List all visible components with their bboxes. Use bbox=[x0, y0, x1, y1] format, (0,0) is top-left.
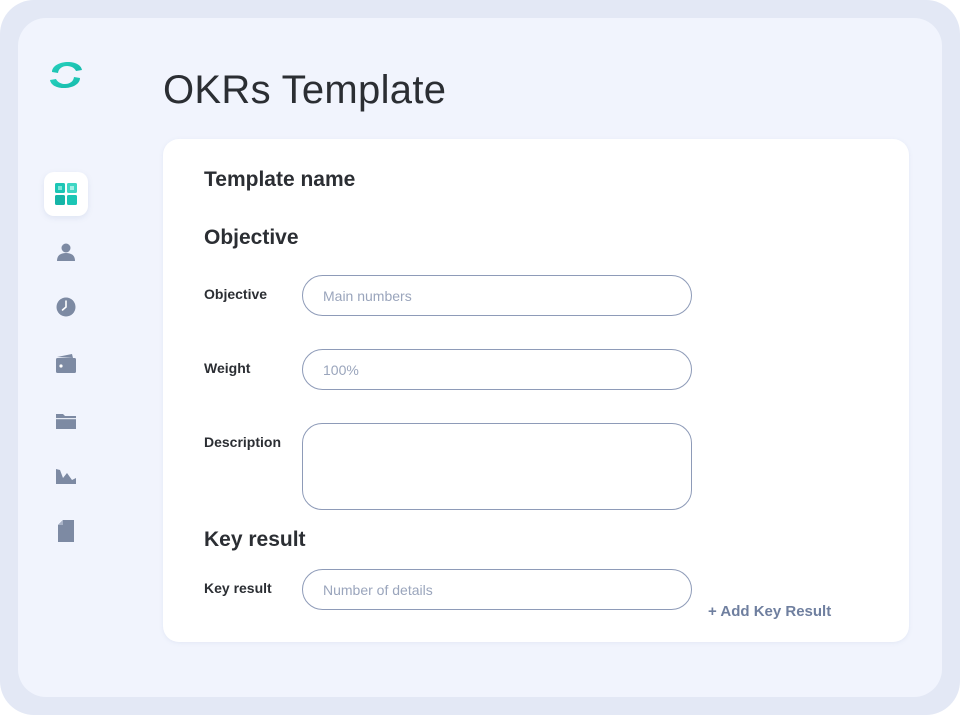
clock-icon bbox=[56, 297, 76, 317]
key-result-input[interactable] bbox=[302, 569, 692, 610]
weight-label: Weight bbox=[204, 360, 251, 376]
objective-input[interactable] bbox=[302, 275, 692, 316]
key-result-label: Key result bbox=[204, 580, 272, 596]
sidebar-item-documents[interactable] bbox=[44, 509, 88, 553]
sidebar-item-wallet[interactable] bbox=[44, 342, 88, 386]
sidebar-item-analytics[interactable] bbox=[44, 454, 88, 498]
objective-section-heading: Objective bbox=[204, 226, 299, 249]
folder-icon bbox=[56, 414, 76, 429]
dashboard-grid-icon bbox=[55, 183, 77, 205]
template-form-card: Template name Objective Objective Weight… bbox=[163, 139, 909, 642]
description-label: Description bbox=[204, 434, 282, 450]
sidebar-item-folder[interactable] bbox=[44, 399, 88, 443]
user-icon bbox=[57, 243, 75, 261]
add-key-result-button[interactable]: + Add Key Result bbox=[708, 603, 831, 620]
sidebar-item-time[interactable] bbox=[44, 285, 88, 329]
chart-icon bbox=[56, 469, 76, 484]
weight-input[interactable] bbox=[302, 349, 692, 390]
key-result-section-heading: Key result bbox=[204, 528, 306, 551]
sidebar-item-dashboard[interactable] bbox=[44, 172, 88, 216]
template-name-heading: Template name bbox=[204, 168, 356, 191]
objective-label: Objective bbox=[204, 286, 268, 302]
document-icon bbox=[58, 520, 74, 542]
sidebar-item-users[interactable] bbox=[44, 230, 88, 274]
device-frame: OKRs Template Template name Objective Ob… bbox=[0, 0, 960, 715]
description-textarea[interactable] bbox=[302, 423, 692, 510]
app-logo-icon bbox=[50, 61, 82, 89]
page-title: OKRs Template bbox=[163, 68, 447, 112]
app-window: OKRs Template Template name Objective Ob… bbox=[18, 18, 942, 697]
wallet-icon bbox=[56, 354, 76, 373]
